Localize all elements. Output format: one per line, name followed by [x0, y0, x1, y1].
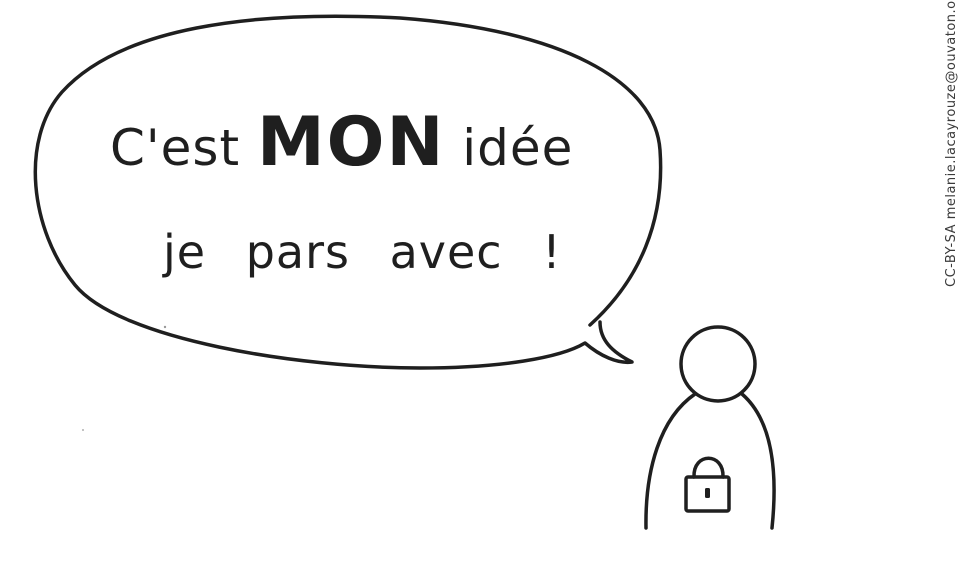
speech-bubble: [33, 14, 663, 370]
speech-text-end: idée: [445, 119, 574, 177]
speech-emphasis: MON: [256, 103, 446, 182]
drawing-canvas: [33, 14, 776, 530]
person-head: [679, 325, 757, 403]
padlock-icon: [684, 456, 731, 513]
illustration: C'est MON idée je pars avec ! CC-BY-SA m…: [0, 0, 968, 568]
speech-line-2: je pars avec !: [163, 225, 562, 279]
speech-line-1: C'est MON idée: [110, 108, 573, 183]
speech-text-start: C'est: [110, 119, 257, 177]
license-credit: CC-BY-SA melanie.lacayrouze@ouvaton.org: [944, 0, 959, 287]
person-icon: [644, 392, 776, 530]
